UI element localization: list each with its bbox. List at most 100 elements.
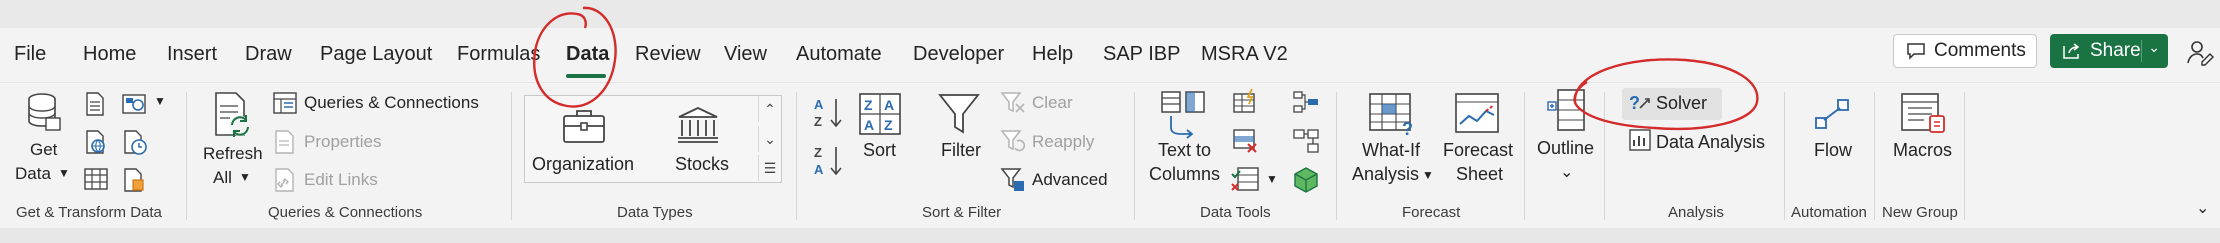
stocks-button[interactable]: Stocks: [675, 154, 729, 175]
formula-bar-edge: [0, 228, 2220, 243]
from-web-icon[interactable]: [84, 130, 108, 154]
comments-button[interactable]: Comments: [1893, 34, 2037, 68]
chevron-down-icon[interactable]: ⌄: [2148, 39, 2160, 56]
data-analysis-icon[interactable]: [1628, 128, 1652, 152]
refresh-all-label-1: Refresh: [203, 144, 263, 163]
reapply-button[interactable]: Reapply: [1032, 132, 1094, 152]
filter-icon[interactable]: [938, 92, 980, 136]
edit-links-button[interactable]: Edit Links: [304, 170, 378, 190]
chevron-down-icon[interactable]: ⌄: [1560, 162, 1573, 182]
group-separator: [186, 92, 187, 220]
solver-icon[interactable]: ?: [1628, 92, 1652, 114]
tab-msra-v2[interactable]: MSRA V2: [1201, 43, 1288, 66]
macros-icon[interactable]: [1900, 92, 1946, 136]
tab-home[interactable]: Home: [83, 43, 136, 66]
from-text-csv-icon[interactable]: [84, 92, 106, 116]
share-divider: [2141, 40, 2142, 62]
group-separator: [511, 92, 512, 220]
tab-data[interactable]: Data: [566, 43, 609, 66]
from-table-range-icon[interactable]: [84, 168, 108, 190]
active-tab-indicator: [566, 74, 606, 78]
data-analysis-button[interactable]: Data Analysis: [1656, 132, 1765, 153]
refresh-all-label-2[interactable]: All: [213, 168, 232, 188]
filter-button[interactable]: Filter: [941, 140, 981, 161]
advanced-filter-icon[interactable]: [1000, 166, 1026, 192]
group-label-new-group: New Group: [1882, 204, 1958, 221]
refresh-all-icon[interactable]: [210, 92, 254, 140]
group-separator: [796, 92, 797, 220]
gallery-scroll-down[interactable]: ⌄: [758, 126, 781, 152]
text-to-columns-label-1[interactable]: Text to: [1158, 140, 1211, 161]
tab-draw[interactable]: Draw: [245, 43, 292, 66]
chevron-down-icon[interactable]: ▼: [239, 170, 251, 184]
sort-button[interactable]: Sort: [863, 140, 896, 161]
get-data-label-2[interactable]: Data: [15, 164, 51, 184]
recent-sources-icon[interactable]: [122, 130, 148, 156]
manage-data-model-icon[interactable]: [1292, 166, 1320, 194]
properties-button[interactable]: Properties: [304, 132, 381, 152]
what-if-label-2[interactable]: Analysis: [1352, 164, 1419, 185]
advanced-button[interactable]: Advanced: [1032, 170, 1108, 190]
relationships-icon[interactable]: [1292, 128, 1320, 154]
svg-text:Z: Z: [814, 145, 822, 160]
chevron-down-icon[interactable]: ▼: [58, 166, 70, 180]
chevron-down-icon[interactable]: ▼: [1422, 168, 1434, 182]
gallery-scroll-up[interactable]: ⌃: [758, 96, 781, 122]
tab-help[interactable]: Help: [1032, 43, 1073, 66]
tab-developer[interactable]: Developer: [913, 43, 1004, 66]
svg-text:?: ?: [1402, 119, 1413, 136]
what-if-label-1[interactable]: What-If: [1362, 140, 1420, 161]
tab-review[interactable]: Review: [635, 43, 701, 66]
consolidate-icon[interactable]: [1292, 90, 1320, 114]
tab-sap-ibp[interactable]: SAP IBP: [1103, 43, 1180, 66]
stocks-icon[interactable]: [676, 106, 720, 144]
tab-file[interactable]: File: [14, 43, 46, 66]
from-picture-icon[interactable]: [122, 92, 150, 116]
forecast-sheet-label-1[interactable]: Forecast: [1443, 140, 1513, 161]
group-label-analysis: Analysis: [1668, 204, 1724, 221]
solver-button[interactable]: Solver: [1656, 93, 1707, 114]
outline-button[interactable]: Outline: [1537, 138, 1594, 159]
macros-button[interactable]: Macros: [1893, 140, 1952, 161]
chevron-down-icon[interactable]: ▼: [154, 94, 166, 108]
sort-z-to-a-icon[interactable]: Z A: [812, 144, 846, 178]
flow-icon[interactable]: [1814, 96, 1850, 132]
forecast-sheet-label-2[interactable]: Sheet: [1456, 164, 1503, 185]
clear-button[interactable]: Clear: [1032, 93, 1073, 113]
svg-text:A: A: [884, 97, 894, 113]
sort-icon[interactable]: Z A A Z: [858, 92, 902, 136]
get-data-icon[interactable]: [26, 92, 62, 132]
chevron-down-icon[interactable]: ▼: [1266, 172, 1278, 186]
text-to-columns-icon[interactable]: [1160, 90, 1206, 140]
text-to-columns-label-2[interactable]: Columns: [1149, 164, 1220, 185]
flash-fill-icon[interactable]: [1232, 88, 1260, 114]
share-button[interactable]: Share ⌄: [2050, 34, 2168, 68]
tab-view[interactable]: View: [724, 43, 767, 66]
get-data-label-1: Get: [30, 140, 58, 159]
organization-icon[interactable]: [562, 108, 606, 144]
title-strip: [0, 0, 2220, 28]
queries-connections-button[interactable]: Queries & Connections: [304, 93, 479, 113]
what-if-analysis-icon[interactable]: ?: [1368, 92, 1418, 136]
data-validation-icon[interactable]: [1230, 166, 1262, 194]
remove-duplicates-icon[interactable]: [1232, 128, 1260, 154]
forecast-sheet-icon[interactable]: [1454, 92, 1500, 136]
collapse-ribbon-chevron-icon[interactable]: ⌄: [2196, 198, 2209, 218]
comment-icon: [1907, 43, 1925, 60]
tab-automate[interactable]: Automate: [796, 43, 882, 66]
queries-connections-icon[interactable]: [273, 92, 297, 114]
comments-label: Comments: [1934, 40, 2026, 61]
outline-icon[interactable]: [1546, 88, 1586, 132]
coauthor-icon[interactable]: [2186, 38, 2214, 66]
tab-page-layout[interactable]: Page Layout: [320, 43, 432, 66]
tab-formulas[interactable]: Formulas: [457, 43, 540, 66]
tab-insert[interactable]: Insert: [167, 43, 217, 66]
svg-text:A: A: [814, 162, 824, 177]
gallery-more[interactable]: ☰: [758, 155, 781, 181]
organization-button[interactable]: Organization: [532, 154, 634, 175]
sort-a-to-z-icon[interactable]: A Z: [812, 96, 846, 130]
flow-button[interactable]: Flow: [1814, 140, 1852, 161]
group-label-data-types: Data Types: [617, 204, 693, 221]
existing-connections-icon[interactable]: [122, 168, 148, 192]
clear-filter-icon: [1000, 92, 1025, 113]
